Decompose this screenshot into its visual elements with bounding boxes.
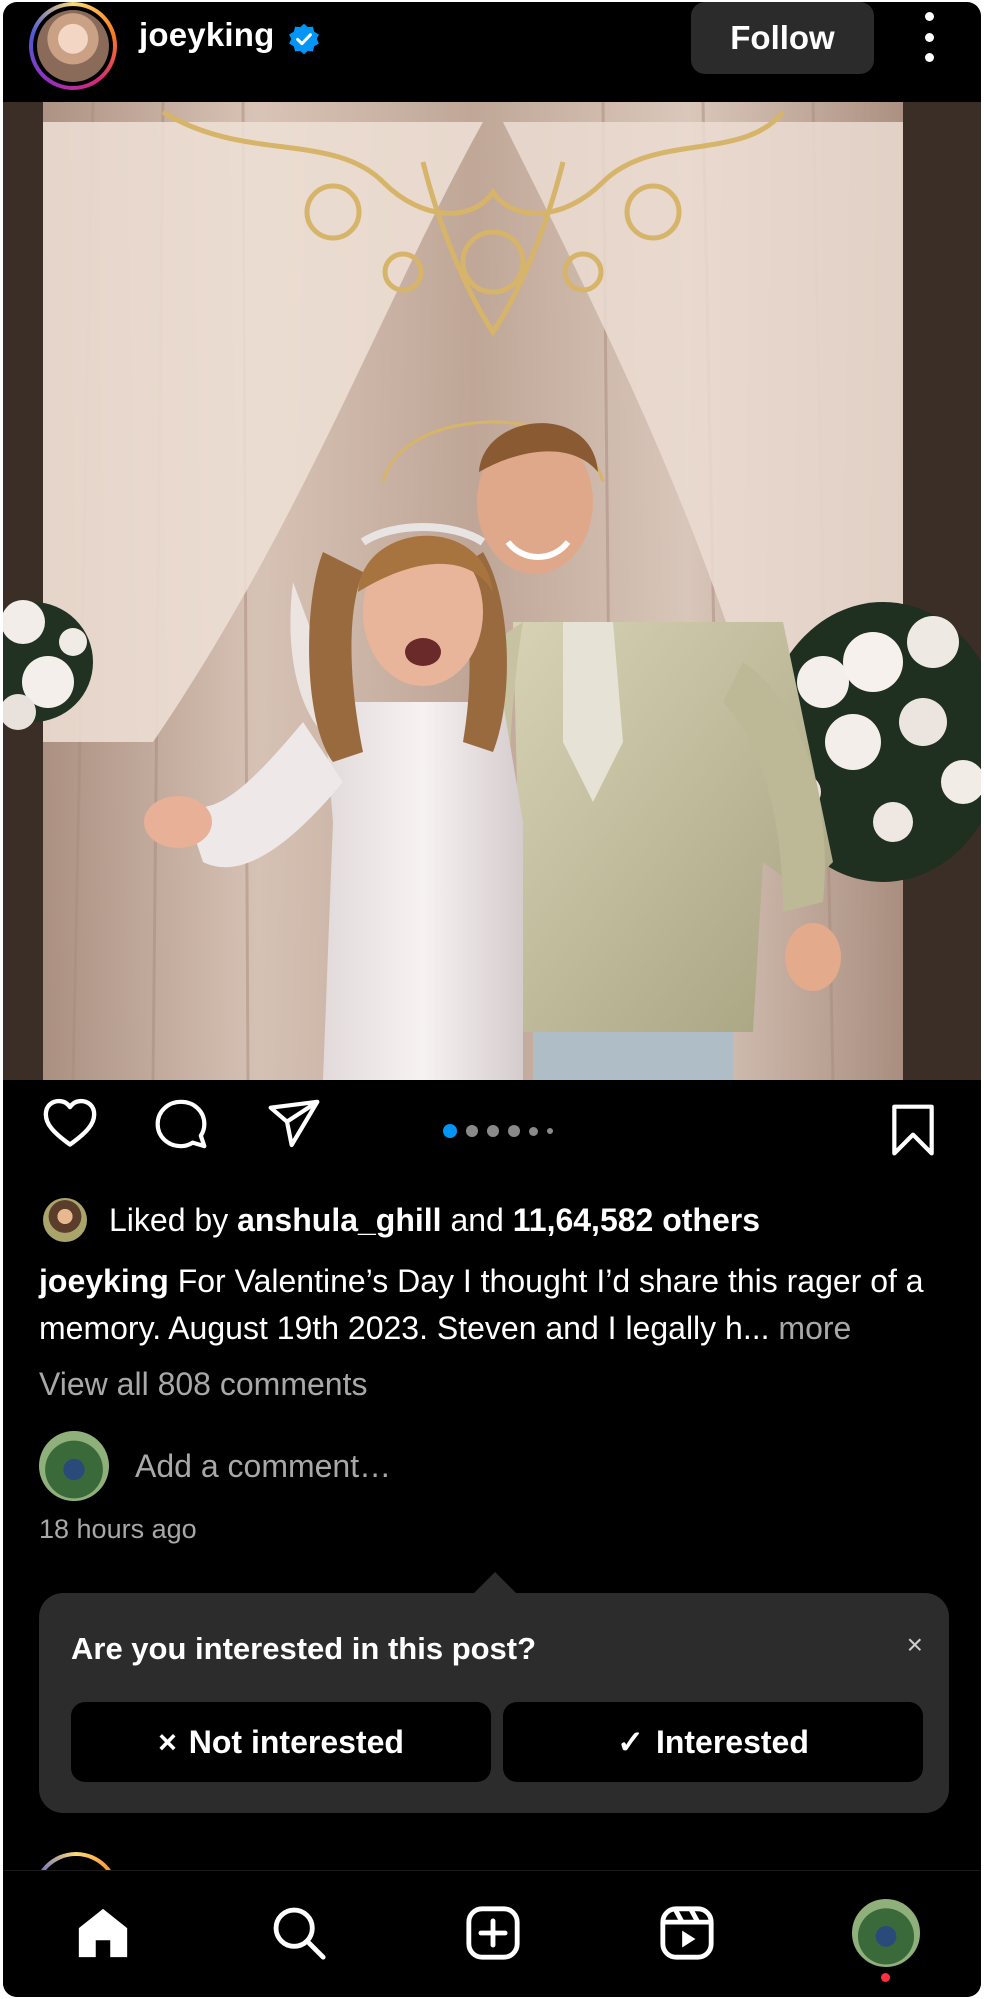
interested-button[interactable]: ✓ Interested bbox=[503, 1702, 923, 1782]
view-comments-link[interactable]: View all 808 comments bbox=[39, 1366, 367, 1403]
liked-by-username[interactable]: anshula_ghill bbox=[237, 1202, 441, 1238]
notification-dot bbox=[881, 1973, 890, 1982]
carousel-dot-active bbox=[443, 1124, 457, 1138]
add-comment-input[interactable]: Add a comment… bbox=[135, 1448, 391, 1485]
interest-survey-card: Are you interested in this post? × × Not… bbox=[39, 1593, 949, 1813]
carousel-dot bbox=[508, 1125, 520, 1137]
likes-count[interactable]: 11,64,582 others bbox=[513, 1202, 760, 1238]
likes-summary[interactable]: Liked by anshula_ghill and 11,64,582 oth… bbox=[43, 1196, 760, 1244]
caption-username[interactable]: joeyking bbox=[39, 1263, 169, 1299]
card-pointer bbox=[473, 1572, 517, 1594]
carousel-dot bbox=[529, 1126, 538, 1136]
liked-by-and: and bbox=[450, 1201, 504, 1238]
comment-icon[interactable] bbox=[153, 1096, 209, 1152]
liked-by-label: Liked by bbox=[109, 1201, 229, 1238]
add-comment-row[interactable]: Add a comment… bbox=[39, 1430, 391, 1502]
instagram-post-screen: joeyking Follow Liked by anshula_ghill a… bbox=[3, 2, 981, 1997]
checkmark-icon: ✓ bbox=[617, 1724, 644, 1760]
carousel-dot bbox=[547, 1128, 553, 1134]
bookmark-icon[interactable] bbox=[889, 1102, 937, 1158]
liker-avatar bbox=[43, 1198, 87, 1242]
interested-label: Interested bbox=[655, 1723, 809, 1760]
post-caption: joeyking For Valentine’s Day I thought I… bbox=[39, 1258, 949, 1352]
profile-avatar[interactable] bbox=[850, 1897, 922, 1969]
share-icon[interactable] bbox=[265, 1096, 323, 1152]
author-username[interactable]: joeyking bbox=[139, 16, 274, 54]
verified-badge-icon bbox=[289, 23, 319, 55]
reels-icon[interactable] bbox=[655, 1901, 719, 1965]
interest-question: Are you interested in this post? bbox=[71, 1631, 537, 1666]
my-avatar bbox=[39, 1431, 109, 1501]
author-avatar[interactable] bbox=[29, 2, 117, 90]
wedding-photo-image bbox=[3, 102, 981, 1080]
post-header: joeyking Follow bbox=[3, 2, 981, 102]
likes-text: Liked by anshula_ghill and 11,64,582 oth… bbox=[109, 1202, 760, 1239]
heart-icon[interactable] bbox=[41, 1095, 99, 1153]
close-icon[interactable]: × bbox=[907, 1629, 923, 1661]
bottom-navigation bbox=[3, 1870, 981, 1997]
carousel-indicator bbox=[443, 1124, 553, 1138]
x-icon: × bbox=[158, 1723, 177, 1760]
caption-more-link[interactable]: more bbox=[778, 1310, 851, 1346]
post-timestamp: 18 hours ago bbox=[39, 1514, 197, 1544]
search-icon[interactable] bbox=[267, 1901, 331, 1965]
create-icon[interactable] bbox=[461, 1901, 525, 1965]
not-interested-label: Not interested bbox=[188, 1723, 404, 1760]
post-photo[interactable] bbox=[3, 102, 981, 1080]
home-icon[interactable] bbox=[71, 1901, 135, 1965]
carousel-dot bbox=[466, 1125, 478, 1137]
more-options-icon[interactable] bbox=[913, 12, 945, 62]
carousel-dot bbox=[487, 1125, 499, 1137]
follow-button[interactable]: Follow bbox=[691, 2, 874, 74]
not-interested-button[interactable]: × Not interested bbox=[71, 1702, 491, 1782]
